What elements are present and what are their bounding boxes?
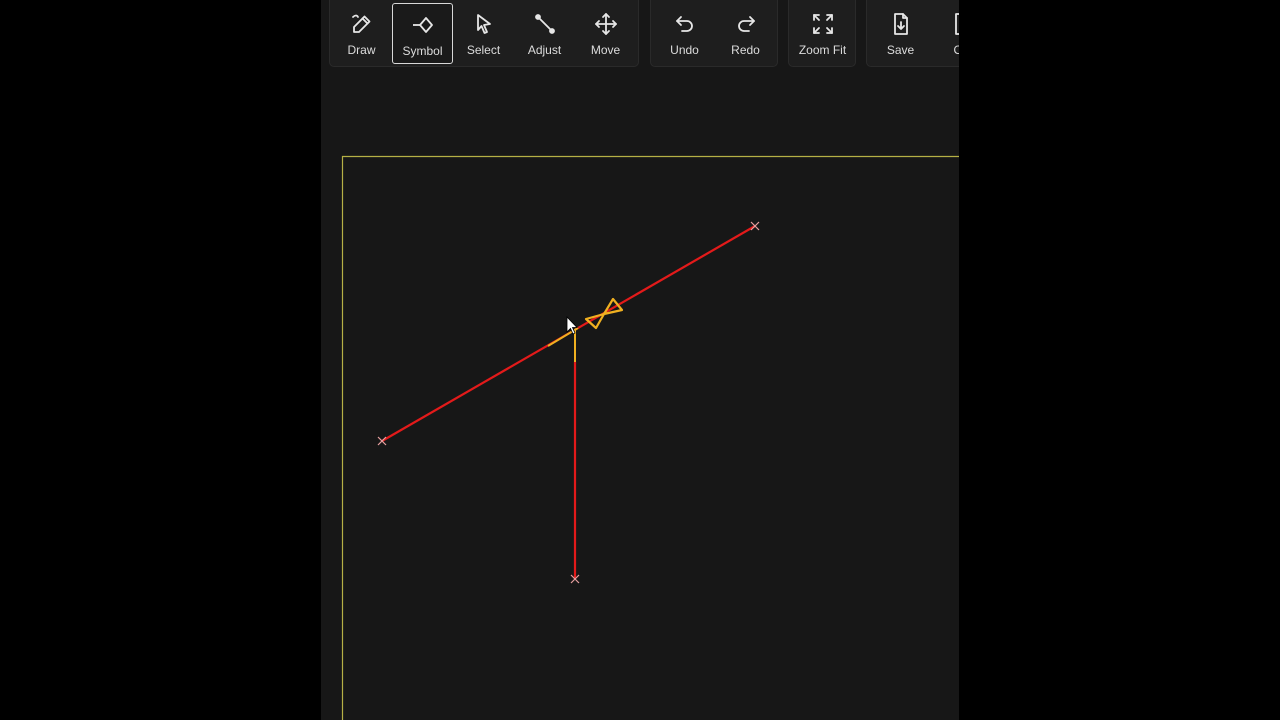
open-button-label: Op — [953, 43, 959, 57]
adjust-button-label: Adjust — [527, 43, 562, 57]
move-button-label: Move — [590, 43, 621, 57]
select-button[interactable]: Select — [453, 3, 514, 64]
pencil-icon — [350, 12, 374, 36]
save-button[interactable]: Save — [870, 3, 931, 64]
toolbar: Draw Symbol Select Adjust Move Undo Redo… — [321, 0, 959, 70]
symbol-button[interactable]: Symbol — [392, 3, 453, 64]
undo-button-label: Undo — [670, 43, 699, 57]
view-tools-group: Zoom Fit — [788, 0, 856, 67]
endpoint-marker-left[interactable] — [377, 436, 387, 446]
page-frame — [341, 155, 959, 720]
file-tools-group: Save Op — [866, 0, 959, 67]
drawing-canvas[interactable] — [321, 70, 959, 720]
canvas-drawing — [341, 155, 959, 720]
edit-tools-group: Draw Symbol Select Adjust Move — [329, 0, 639, 67]
zoom-fit-button[interactable]: Zoom Fit — [792, 3, 853, 64]
symbol-diamond-icon — [411, 13, 435, 37]
redo-button[interactable]: Redo — [715, 3, 776, 64]
drawing-app: Draw Symbol Select Adjust Move Undo Redo… — [321, 0, 959, 720]
redo-icon — [734, 12, 758, 36]
zoom-fit-button-label: Zoom Fit — [798, 43, 847, 57]
save-file-icon — [889, 12, 913, 36]
endpoint-marker-top[interactable] — [750, 221, 760, 231]
undo-icon — [673, 12, 697, 36]
open-file-icon — [950, 12, 959, 36]
redo-button-label: Redo — [731, 43, 760, 57]
move-arrows-icon — [594, 12, 618, 36]
move-button[interactable]: Move — [575, 3, 636, 64]
symbol-button-label: Symbol — [402, 44, 443, 58]
select-button-label: Select — [466, 43, 501, 57]
undo-button[interactable]: Undo — [654, 3, 715, 64]
zoom-fit-icon — [811, 12, 835, 36]
history-tools-group: Undo Redo — [650, 0, 778, 67]
adjust-button[interactable]: Adjust — [514, 3, 575, 64]
draw-button-label: Draw — [347, 43, 376, 57]
save-button-label: Save — [886, 43, 915, 57]
valve-symbol[interactable] — [584, 297, 624, 330]
cursor-arrow-icon — [472, 12, 496, 36]
adjust-line-icon — [533, 12, 557, 36]
draw-button[interactable]: Draw — [331, 3, 392, 64]
open-button[interactable]: Op — [931, 3, 959, 64]
